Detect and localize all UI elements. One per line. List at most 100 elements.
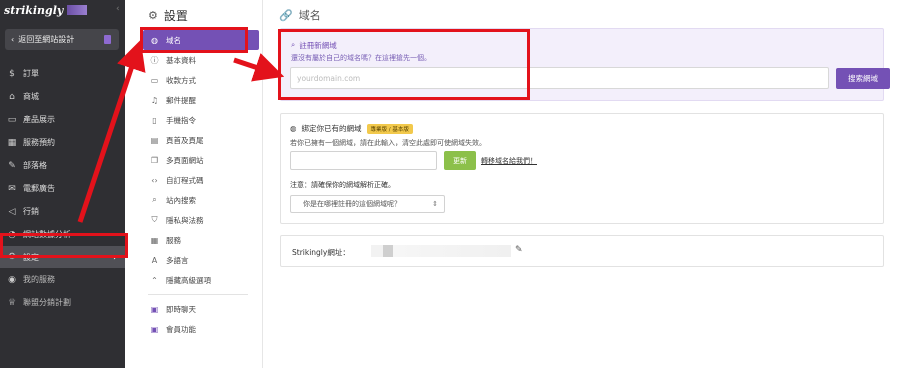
settings-item-label: 頁首及頁尾 — [166, 135, 204, 145]
chart-icon: ◔ — [8, 229, 16, 240]
chevron-right-icon: › — [113, 251, 117, 263]
phone-icon: ▯ — [152, 115, 157, 125]
settings-item-basic-info[interactable]: ⓘ 基本資料 — [140, 50, 262, 70]
search-icon: ⌕ — [152, 195, 157, 204]
layout-icon: ▤ — [150, 135, 159, 145]
settings-item-site-search[interactable]: ⌕ 站內搜索 — [140, 190, 262, 210]
search-icon: ⌕ — [291, 40, 296, 49]
calendar-icon: ▦ — [7, 137, 17, 148]
sidebar-item-affiliate[interactable]: ♕ 聯盟分銷計劃 — [0, 291, 125, 314]
sidebar-item-marketing[interactable]: ◁ 行銷 — [0, 200, 125, 223]
sidebar-item-label: 產品展示 — [23, 115, 55, 124]
sidebar-nav: $ 訂單 ⌂ 商城 ▭ 產品展示 ▦ 服務預約 ✎ 部落格 ✉ 電郵廣告 ◁ 行… — [0, 62, 125, 314]
bind-domain-panel: ◍ 綁定你已有的網域 專業版 / 基本版 若你已擁有一個網域，請在此輸入，清空此… — [280, 113, 884, 224]
bind-subtitle: 若你已擁有一個網域，請在此輸入，清空此處即可使網域失效。 — [290, 139, 486, 147]
main-sidebar: strikingly ‹ ‹ 返回至網站設計 $ 訂單 ⌂ 商城 ▭ 產品展示 … — [0, 0, 125, 368]
chat-icon: ▣ — [150, 304, 159, 314]
existing-domain-input[interactable] — [290, 151, 437, 170]
settings-title: ⚙ 設置 — [148, 7, 188, 24]
select-caret-icon: ⇕ — [432, 200, 438, 208]
store-icon: ⌂ — [9, 91, 15, 102]
domain-settings-panel: 🔗 域名 ⌕ 註冊新網域 還沒有屬於自己的域名嗎？在這裡搶先一個。 搜索網域 ◍… — [263, 0, 898, 368]
info-icon: ⓘ — [150, 55, 159, 65]
registrar-select[interactable]: 你是在哪裡註冊的這個網域呢？ ⇕ — [290, 195, 445, 213]
settings-item-label: 站內搜索 — [166, 195, 196, 205]
settings-item-label: 服務 — [166, 235, 181, 245]
pages-icon: ❐ — [150, 155, 159, 165]
settings-title-label: 設置 — [163, 9, 188, 23]
settings-item-label: 多語言 — [166, 255, 189, 265]
gear-icon: ⚙ — [148, 9, 158, 22]
settings-menu-list: ◍ 域名 ⓘ 基本資料 ▭ 收款方式 ♫ 郵件提醒 ▯ 手機指令 ▤ 頁首及頁尾 — [140, 30, 262, 339]
settings-item-mobile[interactable]: ▯ 手機指令 — [140, 110, 262, 130]
settings-item-custom-code[interactable]: ‹› 自訂程式碼 — [140, 170, 262, 190]
page-title: 🔗 域名 — [279, 7, 321, 23]
sidebar-item-showcase[interactable]: ▭ 產品展示 — [0, 108, 125, 131]
settings-item-membership[interactable]: ▣ 會員功能 — [140, 319, 262, 339]
sidebar-item-my-services[interactable]: ◉ 我的服務 — [0, 268, 125, 291]
sidebar-item-orders[interactable]: $ 訂單 — [0, 62, 125, 85]
document-icon — [104, 35, 111, 44]
megaphone-icon: ◁ — [8, 206, 16, 217]
link-icon: 🔗 — [279, 8, 293, 22]
app-window: strikingly ‹ ‹ 返回至網站設計 $ 訂單 ⌂ 商城 ▭ 產品展示 … — [0, 0, 898, 368]
grid-icon: ▦ — [150, 235, 159, 245]
sidebar-item-analytics[interactable]: ◔ 網站數據分析 — [0, 223, 125, 246]
page-title-label: 域名 — [298, 9, 321, 22]
sidebar-item-booking[interactable]: ▦ 服務預約 — [0, 131, 125, 154]
shield-icon: ⛉ — [151, 215, 158, 224]
sidebar-item-label: 聯盟分銷計劃 — [23, 298, 71, 307]
chevron-left-icon: ‹ — [11, 35, 15, 44]
plan-badge: 專業版 / 基本版 — [366, 123, 413, 134]
sidebar-item-label: 行銷 — [23, 207, 39, 216]
collapse-sidebar-icon[interactable]: ‹ — [116, 4, 120, 14]
settings-menu: ⚙ 設置 ◍ 域名 ⓘ 基本資料 ▭ 收款方式 ♫ 郵件提醒 ▯ 手機指令 ▤ … — [140, 0, 262, 368]
sidebar-item-settings[interactable]: ⚙ 設定 › — [0, 246, 125, 268]
sidebar-item-store[interactable]: ⌂ 商城 — [0, 85, 125, 108]
logo-swatch — [67, 5, 88, 15]
settings-item-notifications[interactable]: ♫ 郵件提醒 — [140, 90, 262, 110]
settings-item-label: 隱藏高級選項 — [166, 275, 211, 285]
service-icon: ◉ — [8, 274, 16, 285]
settings-item-label: 隱私與法務 — [166, 215, 204, 225]
settings-item-label: 收款方式 — [166, 75, 196, 85]
settings-item-label: 郵件提醒 — [166, 95, 196, 105]
settings-item-domain[interactable]: ◍ 域名 — [143, 30, 259, 50]
sidebar-item-label: 設定 — [23, 252, 39, 262]
settings-item-live-chat[interactable]: ▣ 即時聊天 — [140, 299, 262, 319]
transfer-domain-link[interactable]: 轉移域名給我們！ — [481, 156, 537, 166]
settings-item-header-footer[interactable]: ▤ 頁首及頁尾 — [140, 130, 262, 150]
register-domain-panel: ⌕ 註冊新網域 還沒有屬於自己的域名嗎？在這裡搶先一個。 搜索網域 — [280, 28, 890, 101]
strikingly-logo: strikingly — [4, 3, 64, 17]
strikingly-url-label: Strikingly網址： — [292, 248, 350, 257]
register-heading-label: 註冊新網域 — [299, 41, 337, 50]
payment-icon: ▭ — [150, 75, 159, 85]
sidebar-item-blog[interactable]: ✎ 部落格 — [0, 154, 125, 177]
sidebar-item-label: 訂單 — [23, 69, 39, 78]
settings-item-label: 域名 — [166, 35, 181, 45]
sidebar-item-label: 商城 — [23, 92, 39, 101]
bind-heading: ◍ 綁定你已有的網域 專業版 / 基本版 — [290, 123, 413, 134]
sidebar-item-label: 部落格 — [23, 161, 47, 170]
dollar-icon: $ — [9, 68, 15, 79]
settings-item-services[interactable]: ▦ 服務 — [140, 230, 262, 250]
settings-item-languages[interactable]: A 多語言 — [140, 250, 262, 270]
dns-notice: 注意：請確保你的網域解析正確。 — [290, 181, 395, 189]
pencil-icon[interactable]: ✎ — [515, 245, 523, 255]
settings-item-hide-advanced[interactable]: ⌃ 隱藏高級選項 — [140, 270, 262, 290]
strikingly-url-panel: Strikingly網址： ✎ — [280, 235, 884, 267]
back-to-design-button[interactable]: ‹ 返回至網站設計 — [5, 29, 119, 50]
register-heading: ⌕ 註冊新網域 — [291, 40, 337, 51]
showcase-icon: ▭ — [7, 114, 17, 125]
trophy-icon: ♕ — [7, 297, 17, 308]
logo-row: strikingly — [0, 0, 125, 20]
settings-item-label: 基本資料 — [166, 55, 196, 65]
domain-search-input[interactable] — [290, 67, 829, 89]
settings-item-privacy[interactable]: ⛉ 隱私與法務 — [140, 210, 262, 230]
search-domain-button[interactable]: 搜索網域 — [836, 68, 890, 89]
settings-item-multipage[interactable]: ❐ 多頁面網站 — [140, 150, 262, 170]
update-button[interactable]: 更新 — [444, 151, 476, 170]
settings-item-payment[interactable]: ▭ 收款方式 — [140, 70, 262, 90]
settings-item-label: 會員功能 — [166, 324, 196, 334]
sidebar-item-email[interactable]: ✉ 電郵廣告 — [0, 177, 125, 200]
